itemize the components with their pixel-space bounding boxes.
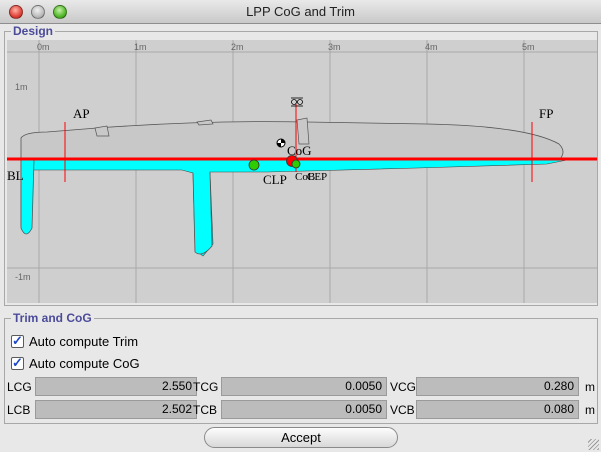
trim-cog-group: Trim and CoG Auto compute Trim Auto comp… (4, 311, 598, 424)
cob-marker (291, 159, 301, 169)
bl-label: BL (7, 168, 24, 183)
tcg-field[interactable]: 0.0050 (221, 377, 387, 396)
auto-trim-checkbox[interactable]: Auto compute Trim (11, 332, 138, 350)
underwater-hull-shape (20, 159, 568, 257)
design-group-title: Design (11, 24, 56, 38)
design-plot-svg: 0m 1m 2m 3m 4m 5m 1m -1m AP FP BL CoG CL… (7, 40, 597, 303)
auto-cog-checkbox[interactable]: Auto compute CoG (11, 354, 140, 372)
tcb-field[interactable]: 0.0050 (221, 400, 387, 419)
x-tick-2: 2m (231, 42, 244, 52)
x-tick-1: 1m (134, 42, 147, 52)
trim-cog-group-title: Trim and CoG (11, 311, 94, 325)
clp-label: CLP (263, 172, 287, 187)
window-title: LPP CoG and Trim (246, 4, 355, 19)
x-tick-5: 5m (522, 42, 535, 52)
vcb-field[interactable]: 0.080 (416, 400, 579, 419)
checkbox-checked-icon[interactable] (11, 355, 24, 371)
vcb-label: VCB (390, 403, 415, 417)
deck-fitting-shape (196, 119, 214, 126)
x-tick-3: 3m (328, 42, 341, 52)
accept-button[interactable]: Accept (204, 427, 398, 448)
x-tick-0: 0m (37, 42, 50, 52)
sail-symbol-icon (291, 97, 303, 107)
tcb-label: TCB (193, 403, 217, 417)
cog-marker-icon (276, 138, 286, 148)
design-plot[interactable]: 0m 1m 2m 3m 4m 5m 1m -1m AP FP BL CoG CL… (7, 40, 597, 303)
cockpit-shape (94, 125, 110, 137)
auto-cog-label: Auto compute CoG (29, 355, 140, 371)
clp-marker (248, 159, 260, 171)
x-tick-4: 4m (425, 42, 438, 52)
y-tick-minus-1m: -1m (15, 272, 31, 282)
fp-label: FP (539, 106, 553, 121)
y-tick-1m: 1m (15, 82, 28, 92)
vcg-unit: m (585, 380, 595, 394)
tcg-label: TCG (193, 380, 219, 394)
resize-grip-icon[interactable] (588, 439, 599, 450)
window-titlebar: LPP CoG and Trim (0, 0, 601, 24)
lcg-field[interactable]: 2.550 (35, 377, 197, 396)
cep-label: CEP (307, 171, 327, 183)
auto-trim-label: Auto compute Trim (29, 333, 139, 349)
keel-shape (192, 172, 213, 255)
ap-label: AP (73, 106, 90, 121)
lcb-field[interactable]: 2.502 (35, 400, 197, 419)
design-group: Design 0m 1m 2m 3m 4m 5m 1m -1m AP FP BL… (4, 24, 598, 306)
lcg-label: LCG (7, 380, 32, 394)
checkbox-checked-icon[interactable] (11, 333, 24, 349)
lcb-label: LCB (7, 403, 31, 417)
vcg-label: VCG (390, 380, 417, 394)
vcg-field[interactable]: 0.280 (416, 377, 579, 396)
vcb-unit: m (585, 403, 595, 417)
mast-step-shape (296, 117, 310, 145)
